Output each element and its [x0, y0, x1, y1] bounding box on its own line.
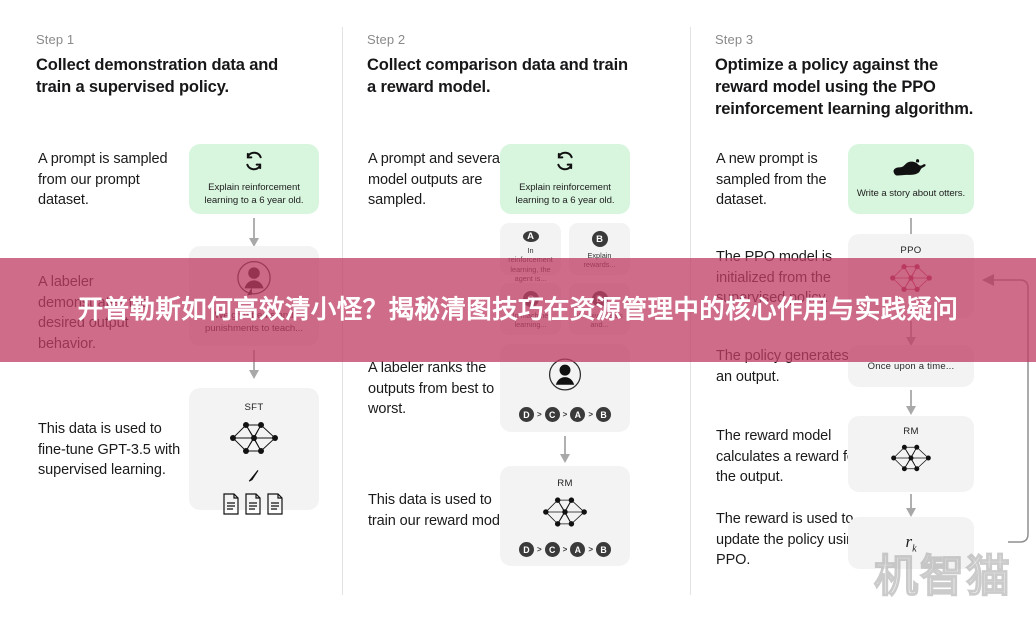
ppo-label: PPO: [900, 245, 922, 256]
refresh-icon: [244, 151, 264, 176]
step-3-prompt-card[interactable]: Write a story about otters.: [848, 144, 974, 214]
rank-badge-2: C: [544, 542, 560, 557]
step-3-note-5: The reward is used to update the policy …: [716, 511, 863, 569]
step-1-sft-card[interactable]: SFT: [189, 388, 319, 515]
gt-sign: >: [536, 410, 542, 419]
rank-badge-2: C: [544, 407, 560, 422]
step-1-title: Collect demonstration data and train a s…: [36, 56, 279, 96]
rank-badge-3: A: [570, 407, 586, 422]
otter-icon: [890, 157, 932, 182]
gt-sign: >: [536, 545, 542, 554]
documents-icon: [221, 492, 287, 521]
neural-network-icon: [884, 439, 938, 482]
step-2-note-1: A prompt and several model outputs are s…: [368, 151, 504, 209]
rm-label: RM: [903, 426, 919, 437]
pencil-icon: [246, 468, 262, 489]
sft-label: SFT: [244, 402, 264, 413]
rank-badge-3: A: [570, 542, 586, 557]
watermark: 机智猫: [873, 550, 1012, 602]
option-badge-a: A: [522, 231, 539, 242]
refresh-icon: [555, 151, 575, 176]
rank-badge-1: D: [518, 407, 534, 422]
step-1-prompt-text: Explain reinforcement learning to a 6 ye…: [204, 181, 304, 206]
arrow-down-icon: [249, 218, 259, 247]
step-2-prompt-text: Explain reinforcement learning to a 6 ye…: [515, 181, 615, 206]
ranking-row: D > C > A > B: [518, 407, 611, 422]
rank-badge-1: D: [518, 542, 534, 557]
overlay-banner-text: 开普勒斯如何高效清小怪？揭秘清图技巧在资源管理中的核心作用与实践疑问: [77, 294, 959, 325]
step-2-prompt-card[interactable]: Explain reinforcement learning to a 6 ye…: [500, 144, 630, 214]
rank-badge-4: B: [596, 542, 611, 557]
step-1-prompt-card[interactable]: Explain reinforcement learning to a 6 ye…: [189, 144, 319, 214]
gt-sign: >: [588, 410, 593, 419]
step-3-label: Step 3: [715, 32, 754, 47]
ranking-row: D > C > A > B: [518, 542, 611, 557]
step-2-note-3: This data is used to train our reward mo…: [368, 492, 515, 529]
step-3-prompt-text: Write a story about otters.: [856, 188, 966, 200]
step-3-note-1: A new prompt is sampled from the dataset…: [716, 151, 827, 209]
step-2-label: Step 2: [367, 32, 406, 47]
option-badge-b: B: [591, 231, 608, 247]
gt-sign: >: [588, 545, 593, 554]
gt-sign: >: [562, 410, 568, 419]
gt-sign: >: [562, 545, 568, 554]
overlay-banner: 开普勒斯如何高效清小怪？揭秘清图技巧在资源管理中的核心作用与实践疑问: [0, 258, 1036, 362]
neural-network-icon: [223, 415, 285, 466]
step-2-title: Collect comparison data and train a rewa…: [367, 56, 628, 96]
step-3-output-text: Once upon a time...: [867, 360, 955, 372]
step-3-rm-card[interactable]: RM: [848, 416, 974, 492]
arrow-down-icon: [560, 436, 570, 463]
step-3-note-4: The reward model calculates a reward for…: [716, 428, 860, 486]
step-2-rm-card[interactable]: RM D > C > A > B: [500, 466, 630, 566]
step-2-note-2: A labeler ranks the outputs from best to…: [368, 360, 495, 418]
arrow-down-icon: [906, 494, 916, 517]
step-1-note-1: A prompt is sampled from our prompt data…: [38, 151, 168, 209]
step-3-title: Optimize a policy against the reward mod…: [715, 56, 974, 118]
rank-badge-4: B: [596, 407, 611, 422]
step-1-note-3: This data is used to fine-tune GPT-3.5 w…: [38, 421, 181, 479]
step-1-label: Step 1: [36, 32, 75, 47]
rm-label: RM: [557, 478, 573, 489]
arrow-down-icon: [906, 390, 916, 415]
neural-network-icon: [536, 491, 594, 538]
